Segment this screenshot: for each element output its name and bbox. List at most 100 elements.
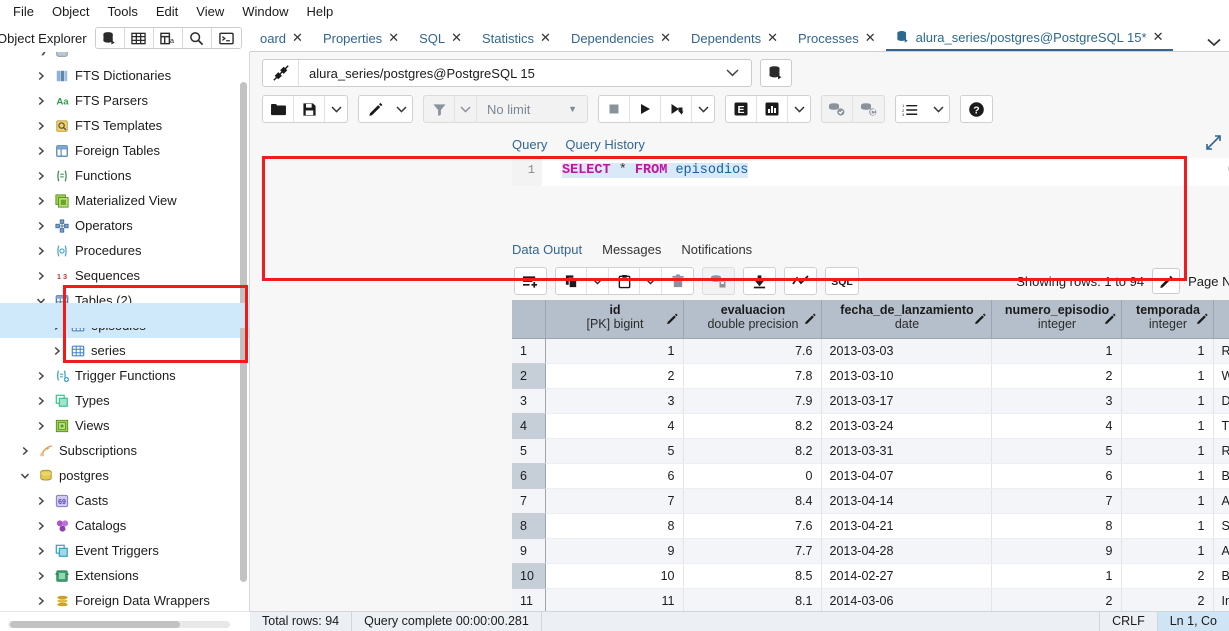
chevron-right-icon[interactable]	[52, 346, 68, 356]
row-number[interactable]: 1	[512, 338, 546, 364]
terminal-icon[interactable]	[211, 28, 241, 48]
cell-numero_episodio[interactable]: 3	[991, 388, 1122, 414]
tree-node-foreign-data-wrappers[interactable]: Foreign Data Wrappers	[0, 588, 249, 613]
tree-scrollbar[interactable]	[240, 52, 247, 631]
close-icon[interactable]: ✕	[540, 30, 551, 46]
cell-fecha_de_lanzamiento[interactable]: 2013-04-14	[821, 488, 992, 514]
cell-evaluacion[interactable]: 8.1	[683, 588, 822, 614]
cell-temporada[interactable]: 1	[1121, 488, 1214, 514]
row-number[interactable]: 7	[512, 488, 546, 514]
row-number[interactable]: 2	[512, 363, 546, 389]
column-header-id[interactable]: id [PK] bigint	[545, 300, 684, 339]
table-row[interactable]: 227.82013-03-1021Wrath of the Northmen3	[512, 363, 1229, 389]
tree-node-types[interactable]: Types	[0, 388, 249, 413]
tree-node-sequences[interactable]: 1 3 Sequences	[0, 263, 249, 288]
tree-node-foreign-tables[interactable]: Foreign Tables	[0, 138, 249, 163]
menu-item-view[interactable]: View	[187, 1, 233, 23]
table-row[interactable]: 117.62013-03-0311Rites of Passage3	[512, 338, 1229, 364]
sql-editor[interactable]: 1 SELECT * FROM episodios	[512, 158, 1229, 186]
cell-numero_episodio[interactable]: 7	[991, 488, 1122, 514]
execute-caret-icon[interactable]	[692, 96, 714, 122]
tree-node-operators[interactable]: Operators	[0, 213, 249, 238]
cell-fecha_de_lanzamiento[interactable]: 2013-04-28	[821, 538, 992, 564]
cell-titulo[interactable]: Invasion	[1213, 588, 1229, 614]
cell-fecha_de_lanzamiento[interactable]: 2013-03-03	[821, 338, 992, 364]
object-explorer-tree[interactable]: ❯ FTS Dictionaries Aa FTS Parsers FTS Templ…	[0, 52, 250, 631]
search-icon[interactable]	[182, 28, 212, 48]
tree-node-extensions[interactable]: Extensions	[0, 563, 249, 588]
cell-numero_episodio[interactable]: 1	[991, 338, 1122, 364]
chevron-right-icon[interactable]	[36, 146, 52, 156]
cell-evaluacion[interactable]: 7.6	[683, 338, 822, 364]
row-number[interactable]: 11	[512, 588, 546, 614]
tab-notifications[interactable]: Notifications	[681, 242, 752, 257]
cell-titulo[interactable]: Brother's War	[1213, 563, 1229, 589]
pencil-icon[interactable]	[1196, 312, 1209, 325]
cell-id[interactable]: 5	[545, 438, 684, 464]
menu-item-help[interactable]: Help	[298, 1, 343, 23]
cell-titulo[interactable]: Dispossessed	[1213, 388, 1229, 414]
close-icon[interactable]: ✕	[865, 30, 876, 46]
database-icon[interactable]	[95, 28, 125, 48]
chevron-down-icon[interactable]	[714, 69, 751, 77]
cell-temporada[interactable]: 1	[1121, 463, 1214, 489]
chevron-right-icon[interactable]	[36, 596, 52, 606]
tab-dashboard[interactable]: oard ✕	[250, 27, 313, 51]
pencil-icon[interactable]	[804, 312, 817, 325]
cell-evaluacion[interactable]: 7.6	[683, 513, 822, 539]
tab-sql[interactable]: SQL ✕	[409, 27, 472, 51]
help-icon[interactable]: ?	[961, 96, 992, 122]
cell-id[interactable]: 4	[545, 413, 684, 439]
cell-id[interactable]: 11	[545, 588, 684, 614]
cell-titulo[interactable]: Burial of the Dead	[1213, 463, 1229, 489]
menu-item-edit[interactable]: Edit	[147, 1, 187, 23]
cell-evaluacion[interactable]: 8.4	[683, 488, 822, 514]
tab-query-tool[interactable]: alura_series/postgres@PostgreSQL 15* ✕	[885, 27, 1174, 51]
column-header-evaluacion[interactable]: evaluacion double precision	[683, 300, 822, 339]
cell-temporada[interactable]: 1	[1121, 338, 1214, 364]
tab-statistics[interactable]: Statistics ✕	[472, 27, 561, 51]
cell-fecha_de_lanzamiento[interactable]: 2013-04-21	[821, 513, 992, 539]
filter-icon[interactable]	[424, 96, 455, 122]
filter-table-icon[interactable]: a	[153, 28, 183, 48]
row-number[interactable]: 4	[512, 413, 546, 439]
tree-node-catalogs[interactable]: Catalogs	[0, 513, 249, 538]
tree-node-subscriptions[interactable]: Subscriptions	[0, 438, 249, 463]
explain-icon[interactable]: E	[726, 96, 757, 122]
close-icon[interactable]: ✕	[451, 30, 462, 46]
close-icon[interactable]: ✕	[292, 30, 303, 46]
cell-temporada[interactable]: 1	[1121, 538, 1214, 564]
chevron-down-icon[interactable]	[1199, 38, 1229, 51]
pencil-icon[interactable]	[1152, 268, 1181, 294]
tree-node-postgres[interactable]: postgres	[0, 463, 249, 488]
data-output-grid[interactable]: id [PK] bigint evaluacion double precision f…	[512, 300, 1229, 631]
table-grid-icon[interactable]	[124, 28, 154, 48]
edit-caret-icon[interactable]	[390, 96, 412, 122]
cell-numero_episodio[interactable]: 5	[991, 438, 1122, 464]
copy-caret-icon[interactable]	[587, 268, 609, 294]
explain-analyze-icon[interactable]	[757, 96, 788, 122]
expand-icon[interactable]	[1205, 134, 1222, 151]
cell-temporada[interactable]: 2	[1121, 588, 1214, 614]
chevron-right-icon[interactable]	[36, 571, 52, 581]
tab-messages[interactable]: Messages	[602, 242, 661, 257]
cell-id[interactable]: 7	[545, 488, 684, 514]
cell-temporada[interactable]: 1	[1121, 363, 1214, 389]
table-row[interactable]: 11118.12014-03-0622Invasion3	[512, 588, 1229, 614]
rollback-icon[interactable]	[853, 96, 884, 122]
table-row[interactable]: 6602013-04-0761Burial of the Dead3	[512, 463, 1229, 489]
macros-icon[interactable]: 123	[896, 96, 927, 122]
chevron-right-icon[interactable]	[36, 71, 52, 81]
menu-item-tools[interactable]: Tools	[99, 1, 147, 23]
chevron-right-icon[interactable]	[36, 196, 52, 206]
row-number[interactable]: 10	[512, 563, 546, 589]
cell-numero_episodio[interactable]: 4	[991, 413, 1122, 439]
chevron-right-icon[interactable]	[36, 496, 52, 506]
close-icon[interactable]: ✕	[1153, 29, 1164, 45]
save-caret-icon[interactable]	[325, 96, 347, 122]
cell-fecha_de_lanzamiento[interactable]: 2013-03-10	[821, 363, 992, 389]
cell-temporada[interactable]: 1	[1121, 413, 1214, 439]
tree-node-series[interactable]: series	[0, 338, 249, 363]
column-header-fecha_de_lanzamiento[interactable]: fecha_de_lanzamiento date	[821, 300, 992, 339]
cell-numero_episodio[interactable]: 1	[991, 563, 1122, 589]
